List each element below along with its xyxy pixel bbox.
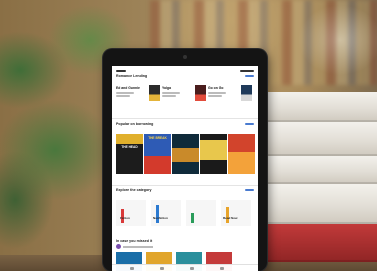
- category-tile[interactable]: [186, 200, 216, 226]
- category-label: Read Now: [223, 216, 238, 220]
- book-cover: [149, 85, 160, 101]
- category-tile[interactable]: [151, 200, 181, 226]
- book-cover[interactable]: [200, 134, 227, 174]
- book-meta: [162, 95, 176, 97]
- book-title: Yolga: [162, 86, 171, 90]
- book-meta: [116, 92, 134, 94]
- tablet-device: Romance Lending Ed and Gunnie Yolga Go o…: [103, 49, 267, 271]
- category-label: Fiction: [120, 216, 130, 220]
- cover-title: THE BREAK: [148, 136, 167, 140]
- section-title: Explore the category: [116, 188, 152, 192]
- book-meta: [208, 92, 226, 94]
- status-bar: [116, 68, 254, 73]
- cover-art: [144, 156, 171, 174]
- category-graphic: [191, 213, 194, 223]
- list-item[interactable]: Ed and Gunnie: [116, 85, 160, 111]
- tab-search-icon[interactable]: [220, 267, 224, 270]
- stacked-book: [258, 156, 377, 184]
- book-cover[interactable]: THE BREAK: [144, 134, 171, 174]
- stacked-book: [258, 92, 377, 122]
- book-stack: [258, 92, 377, 262]
- list-item[interactable]: Yolga: [162, 85, 206, 111]
- book-title: Go on Go: [208, 86, 224, 90]
- tablet-screen: Romance Lending Ed and Gunnie Yolga Go o…: [112, 66, 258, 271]
- cover-title: THE HEAD: [121, 145, 138, 149]
- book-cover: [241, 85, 252, 101]
- photo-scene: Romance Lending Ed and Gunnie Yolga Go o…: [0, 0, 377, 271]
- divider: [112, 118, 258, 119]
- stacked-book: [258, 184, 377, 224]
- book-cover[interactable]: THE HEAD: [116, 134, 143, 174]
- section-title: In case you missed it: [116, 239, 153, 243]
- category-graphic: [226, 207, 229, 223]
- category-label: Nonfiction: [153, 216, 168, 220]
- tab-home-icon[interactable]: [130, 267, 134, 270]
- book-meta: [208, 95, 222, 97]
- list-item[interactable]: Go on Go: [208, 85, 252, 111]
- category-tile[interactable]: [221, 200, 251, 226]
- stacked-book: [258, 122, 377, 156]
- section-categories: Explore the category Fiction Nonfiction …: [112, 188, 258, 236]
- book-cover[interactable]: [228, 134, 255, 174]
- book-title: Ed and Gunnie: [116, 86, 140, 90]
- category-graphic: [156, 205, 159, 223]
- avatar: [116, 244, 121, 249]
- front-camera: [183, 55, 187, 59]
- cover-art: [116, 134, 143, 144]
- see-all-link[interactable]: [245, 75, 254, 77]
- see-all-link[interactable]: [245, 189, 254, 191]
- status-time: [116, 69, 126, 72]
- stacked-book-red: [258, 224, 377, 262]
- book-meta: [162, 92, 180, 94]
- book-cover: [195, 85, 206, 101]
- cover-art: [228, 152, 255, 174]
- cover-art: [200, 140, 227, 160]
- section-popular: Popular on borrowing THE HEAD THE BREAK: [112, 122, 258, 184]
- see-all-link[interactable]: [245, 123, 254, 125]
- book-cover[interactable]: [172, 134, 199, 174]
- tab-library-icon[interactable]: [160, 267, 164, 270]
- book-meta: [116, 95, 130, 97]
- section-romance: Romance Lending Ed and Gunnie Yolga Go o…: [112, 74, 258, 116]
- tab-bar: [112, 264, 258, 271]
- section-title: Romance Lending: [116, 74, 148, 78]
- tab-store-icon[interactable]: [190, 267, 194, 270]
- cover-art: [172, 148, 199, 162]
- section-meta: [123, 246, 153, 248]
- battery-icon: [240, 69, 254, 72]
- category-tile[interactable]: [116, 200, 146, 226]
- divider: [112, 185, 258, 186]
- section-title: Popular on borrowing: [116, 122, 154, 126]
